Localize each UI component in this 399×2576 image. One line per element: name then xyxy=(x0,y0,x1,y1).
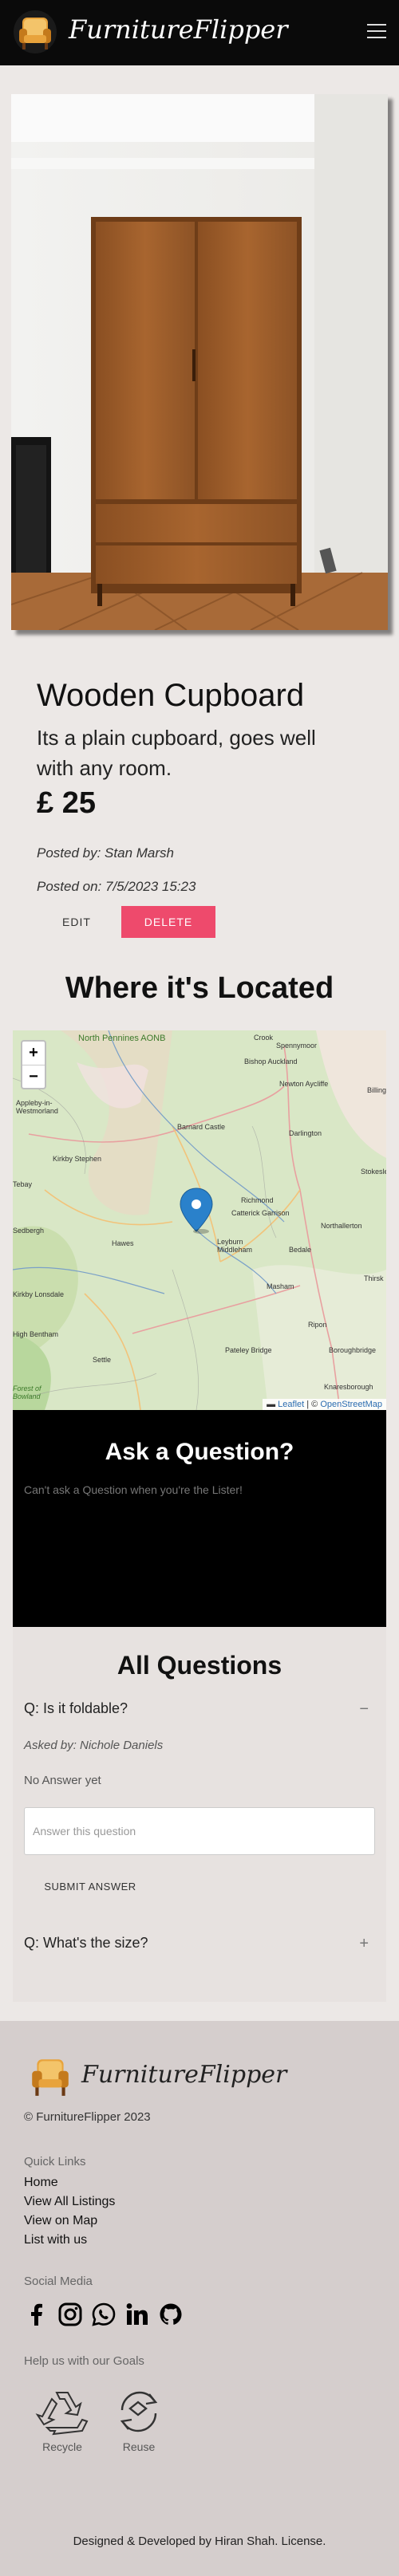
footer-link-list-with-us[interactable]: List with us xyxy=(24,2233,87,2247)
nav-brand[interactable]: FurnitureFlipper xyxy=(69,14,288,45)
questions-heading: All Questions xyxy=(117,1651,282,1680)
map-label: Richmond xyxy=(241,1196,274,1204)
delete-button[interactable]: DELETE xyxy=(121,906,215,938)
map-label: Kirkby Lonsdale xyxy=(13,1290,65,1298)
questions-section: All Questions Q: Is it foldable? − Asked… xyxy=(13,1627,386,2002)
map-label: Sedbergh xyxy=(13,1227,45,1235)
map-label: Kirkby Stephen xyxy=(53,1155,102,1163)
zoom-out-button[interactable]: − xyxy=(22,1065,45,1088)
goal-label: Recycle xyxy=(42,2440,82,2453)
osm-link[interactable]: OpenStreetMap xyxy=(320,1400,382,1409)
facebook-icon[interactable] xyxy=(24,2302,49,2327)
recycle-icon xyxy=(35,2392,89,2436)
map-attribution: ▬ Leaflet | © OpenStreetMap xyxy=(263,1399,386,1410)
instagram-icon[interactable] xyxy=(57,2302,83,2327)
footer-brand: FurnitureFlipper xyxy=(81,2061,287,2089)
social-media-heading: Social Media xyxy=(24,2275,93,2288)
whatsapp-icon[interactable] xyxy=(91,2302,117,2327)
map-label: Stokesley xyxy=(361,1168,386,1176)
leaflet-link[interactable]: Leaflet xyxy=(278,1400,304,1409)
map-label: Tebay xyxy=(13,1180,33,1188)
map-label: Middleham xyxy=(217,1246,253,1254)
zoom-control: + − xyxy=(21,1040,46,1089)
map-label: Crook xyxy=(254,1034,274,1042)
footer-link-home[interactable]: Home xyxy=(24,2176,58,2190)
ask-question-section: Ask a Question? Can't ask a Question whe… xyxy=(13,1410,386,1627)
question-text: Q: Is it foldable? xyxy=(24,1700,128,1716)
question-header[interactable]: Q: What's the size? + xyxy=(24,1935,375,1959)
reuse-icon xyxy=(120,2391,158,2432)
submit-answer-button[interactable]: SUBMIT ANSWER xyxy=(24,1871,156,1901)
product-image xyxy=(11,94,388,630)
goal-label: Reuse xyxy=(122,2440,156,2453)
zoom-in-button[interactable]: + xyxy=(22,1042,45,1065)
asked-by: Asked by: Nichole Daniels xyxy=(24,1739,164,1752)
hamburger-menu-icon[interactable] xyxy=(367,24,386,40)
answer-input[interactable] xyxy=(24,1807,375,1855)
map-label: Masham xyxy=(267,1282,294,1290)
map-label: Leyburn xyxy=(217,1238,243,1246)
listing-price: £ 25 xyxy=(37,786,96,820)
posted-by: Posted by: Stan Marsh xyxy=(37,845,174,861)
github-icon[interactable] xyxy=(158,2302,184,2327)
map-label: Knaresborough xyxy=(324,1383,373,1391)
logo-armchair-icon[interactable] xyxy=(13,10,57,54)
listing-description: Its a plain cupboard, goes well with any… xyxy=(37,726,316,780)
map-label: North Pennines AONB xyxy=(78,1034,166,1043)
answer-status: No Answer yet xyxy=(24,1774,101,1787)
footer-logo-armchair-icon[interactable] xyxy=(27,2053,73,2099)
map-label: Spennymoor xyxy=(276,1042,318,1050)
map-label: Thirsk xyxy=(364,1274,384,1282)
map-label: Catterick Garrison xyxy=(231,1209,290,1217)
map-label: High Bentham xyxy=(13,1330,59,1338)
ask-title: Ask a Question? xyxy=(105,1439,294,1465)
footer: FurnitureFlipper © FurnitureFlipper 2023… xyxy=(0,2021,399,2576)
quick-links-heading: Quick Links xyxy=(24,2155,86,2168)
map-label: Billingham xyxy=(367,1086,386,1094)
map-label: Pateley Bridge xyxy=(225,1346,272,1354)
collapse-icon[interactable]: − xyxy=(359,1700,369,1719)
map-label: Forest of Bowland xyxy=(13,1385,41,1400)
navbar: FurnitureFlipper xyxy=(0,0,399,65)
expand-icon[interactable]: + xyxy=(359,1935,369,1953)
question-text: Q: What's the size? xyxy=(24,1935,148,1951)
attribution-separator: | © xyxy=(304,1400,321,1409)
ask-disabled-note: Can't ask a Question when you're the Lis… xyxy=(24,1483,243,1496)
question-header[interactable]: Q: Is it foldable? − xyxy=(24,1700,375,1724)
map-label: Settle xyxy=(93,1356,112,1364)
map-label: Bedale xyxy=(289,1246,312,1254)
listing-title: Wooden Cupboard xyxy=(37,678,305,713)
footer-link-view-on-map[interactable]: View on Map xyxy=(24,2214,97,2228)
goals-heading: Help us with our Goals xyxy=(24,2354,144,2368)
map-heading: Where it's Located xyxy=(65,971,334,1005)
goal-recycle: Recycle xyxy=(30,2386,94,2453)
posted-on: Posted on: 7/5/2023 15:23 xyxy=(37,879,196,894)
map-label: Northallerton xyxy=(321,1222,362,1230)
footer-copyright: © FurnitureFlipper 2023 xyxy=(24,2110,151,2124)
map-label: Boroughbridge xyxy=(329,1346,377,1354)
goal-reuse: Reuse xyxy=(107,2386,171,2453)
map-label: Appleby-in-Westmorland xyxy=(16,1099,58,1115)
map-label: Bishop Auckland xyxy=(244,1058,298,1065)
leaflet-flag-icon: ▬ xyxy=(267,1400,276,1409)
map-label: Barnard Castle xyxy=(177,1123,226,1131)
edit-button[interactable]: EDIT xyxy=(37,906,117,938)
map-label: Hawes xyxy=(112,1239,134,1247)
map-label: Newton Aycliffe xyxy=(279,1080,329,1088)
map-label: Ripon xyxy=(308,1321,327,1329)
linkedin-icon[interactable] xyxy=(124,2302,150,2327)
footer-credit: Designed & Developed by Hiran Shah. Lice… xyxy=(73,2535,326,2548)
location-map[interactable]: North Pennines AONB Crook Spennymoor Bis… xyxy=(13,1030,386,1410)
map-label: Darlington xyxy=(289,1129,322,1137)
footer-link-view-all-listings[interactable]: View All Listings xyxy=(24,2195,115,2209)
